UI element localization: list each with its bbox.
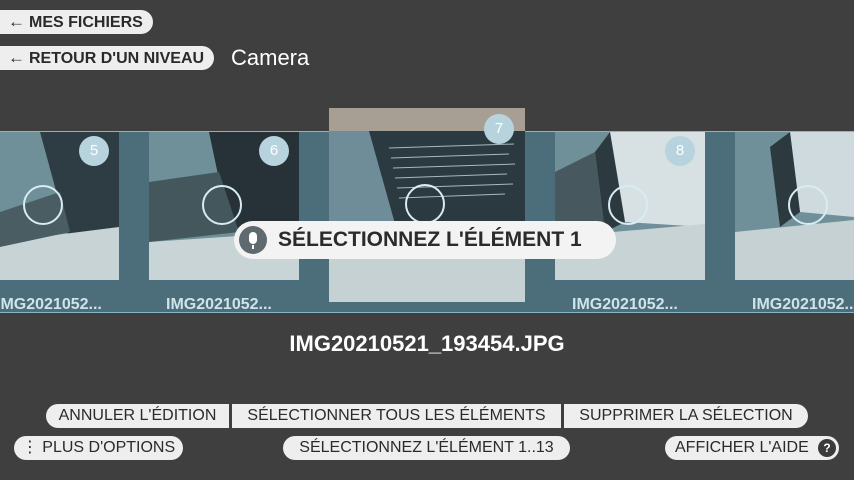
back-to-my-files-label: MES FICHIERS — [29, 14, 143, 31]
back-one-level-button[interactable]: ← RETOUR D'UN NIVEAU — [0, 46, 215, 70]
more-options-label: PLUS D'OPTIONS — [42, 439, 176, 456]
thumbnail-number-badge: 7 — [484, 114, 514, 144]
thumbnail-number-badge: 8 — [665, 136, 695, 166]
thumbnail-item-current[interactable]: 7 — [329, 108, 525, 302]
thumbnail-caption: IMG2021052... — [752, 296, 854, 313]
thumbnail-number-badge: 6 — [259, 136, 289, 166]
current-file-name: IMG20210521_193454.JPG — [289, 331, 565, 356]
microphone-icon — [239, 226, 267, 254]
thumbnail-number-badge: 5 — [79, 136, 109, 166]
select-range-button[interactable]: SÉLECTIONNEZ L'ÉLÉMENT 1..13 — [283, 436, 570, 460]
thumbnail-item[interactable]: 5 — [0, 132, 119, 280]
selection-circle-icon[interactable] — [202, 185, 242, 225]
thumbnail-caption: IMG2021052... — [572, 296, 678, 313]
select-all-button[interactable]: SÉLECTIONNER TOUS LES ÉLÉMENTS — [232, 404, 561, 428]
selection-circle-icon[interactable] — [608, 185, 648, 225]
help-icon: ? — [818, 439, 836, 457]
more-options-button[interactable]: ⋮ PLUS D'OPTIONS — [14, 436, 183, 460]
back-one-level-label: RETOUR D'UN NIVEAU — [29, 50, 205, 67]
selection-circle-icon[interactable] — [788, 185, 828, 225]
folder-title: Camera — [231, 45, 310, 70]
voice-command-text: SÉLECTIONNEZ L'ÉLÉMENT 1 — [278, 228, 582, 251]
clear-selection-button[interactable]: SUPPRIMER LA SÉLECTION — [564, 404, 808, 428]
show-help-label: AFFICHER L'AIDE — [675, 439, 809, 456]
selection-circle-icon[interactable] — [23, 185, 63, 225]
arrow-left-icon: ← — [8, 12, 25, 31]
thumbnail-item[interactable] — [735, 132, 854, 280]
cancel-edit-button[interactable]: ANNULER L'ÉDITION — [46, 404, 229, 428]
thumbnail-caption: IMG2021052... — [0, 296, 102, 313]
selection-circle-icon[interactable] — [405, 184, 445, 224]
thumbnail-caption: IMG2021052... — [166, 296, 272, 313]
back-to-my-files-button[interactable]: ← MES FICHIERS — [0, 10, 153, 34]
show-help-button[interactable]: AFFICHER L'AIDE ? — [665, 436, 839, 460]
voice-command-prompt: SÉLECTIONNEZ L'ÉLÉMENT 1 — [234, 221, 616, 259]
arrow-left-icon: ← — [8, 48, 25, 67]
more-vertical-icon: ⋮ — [21, 439, 38, 456]
